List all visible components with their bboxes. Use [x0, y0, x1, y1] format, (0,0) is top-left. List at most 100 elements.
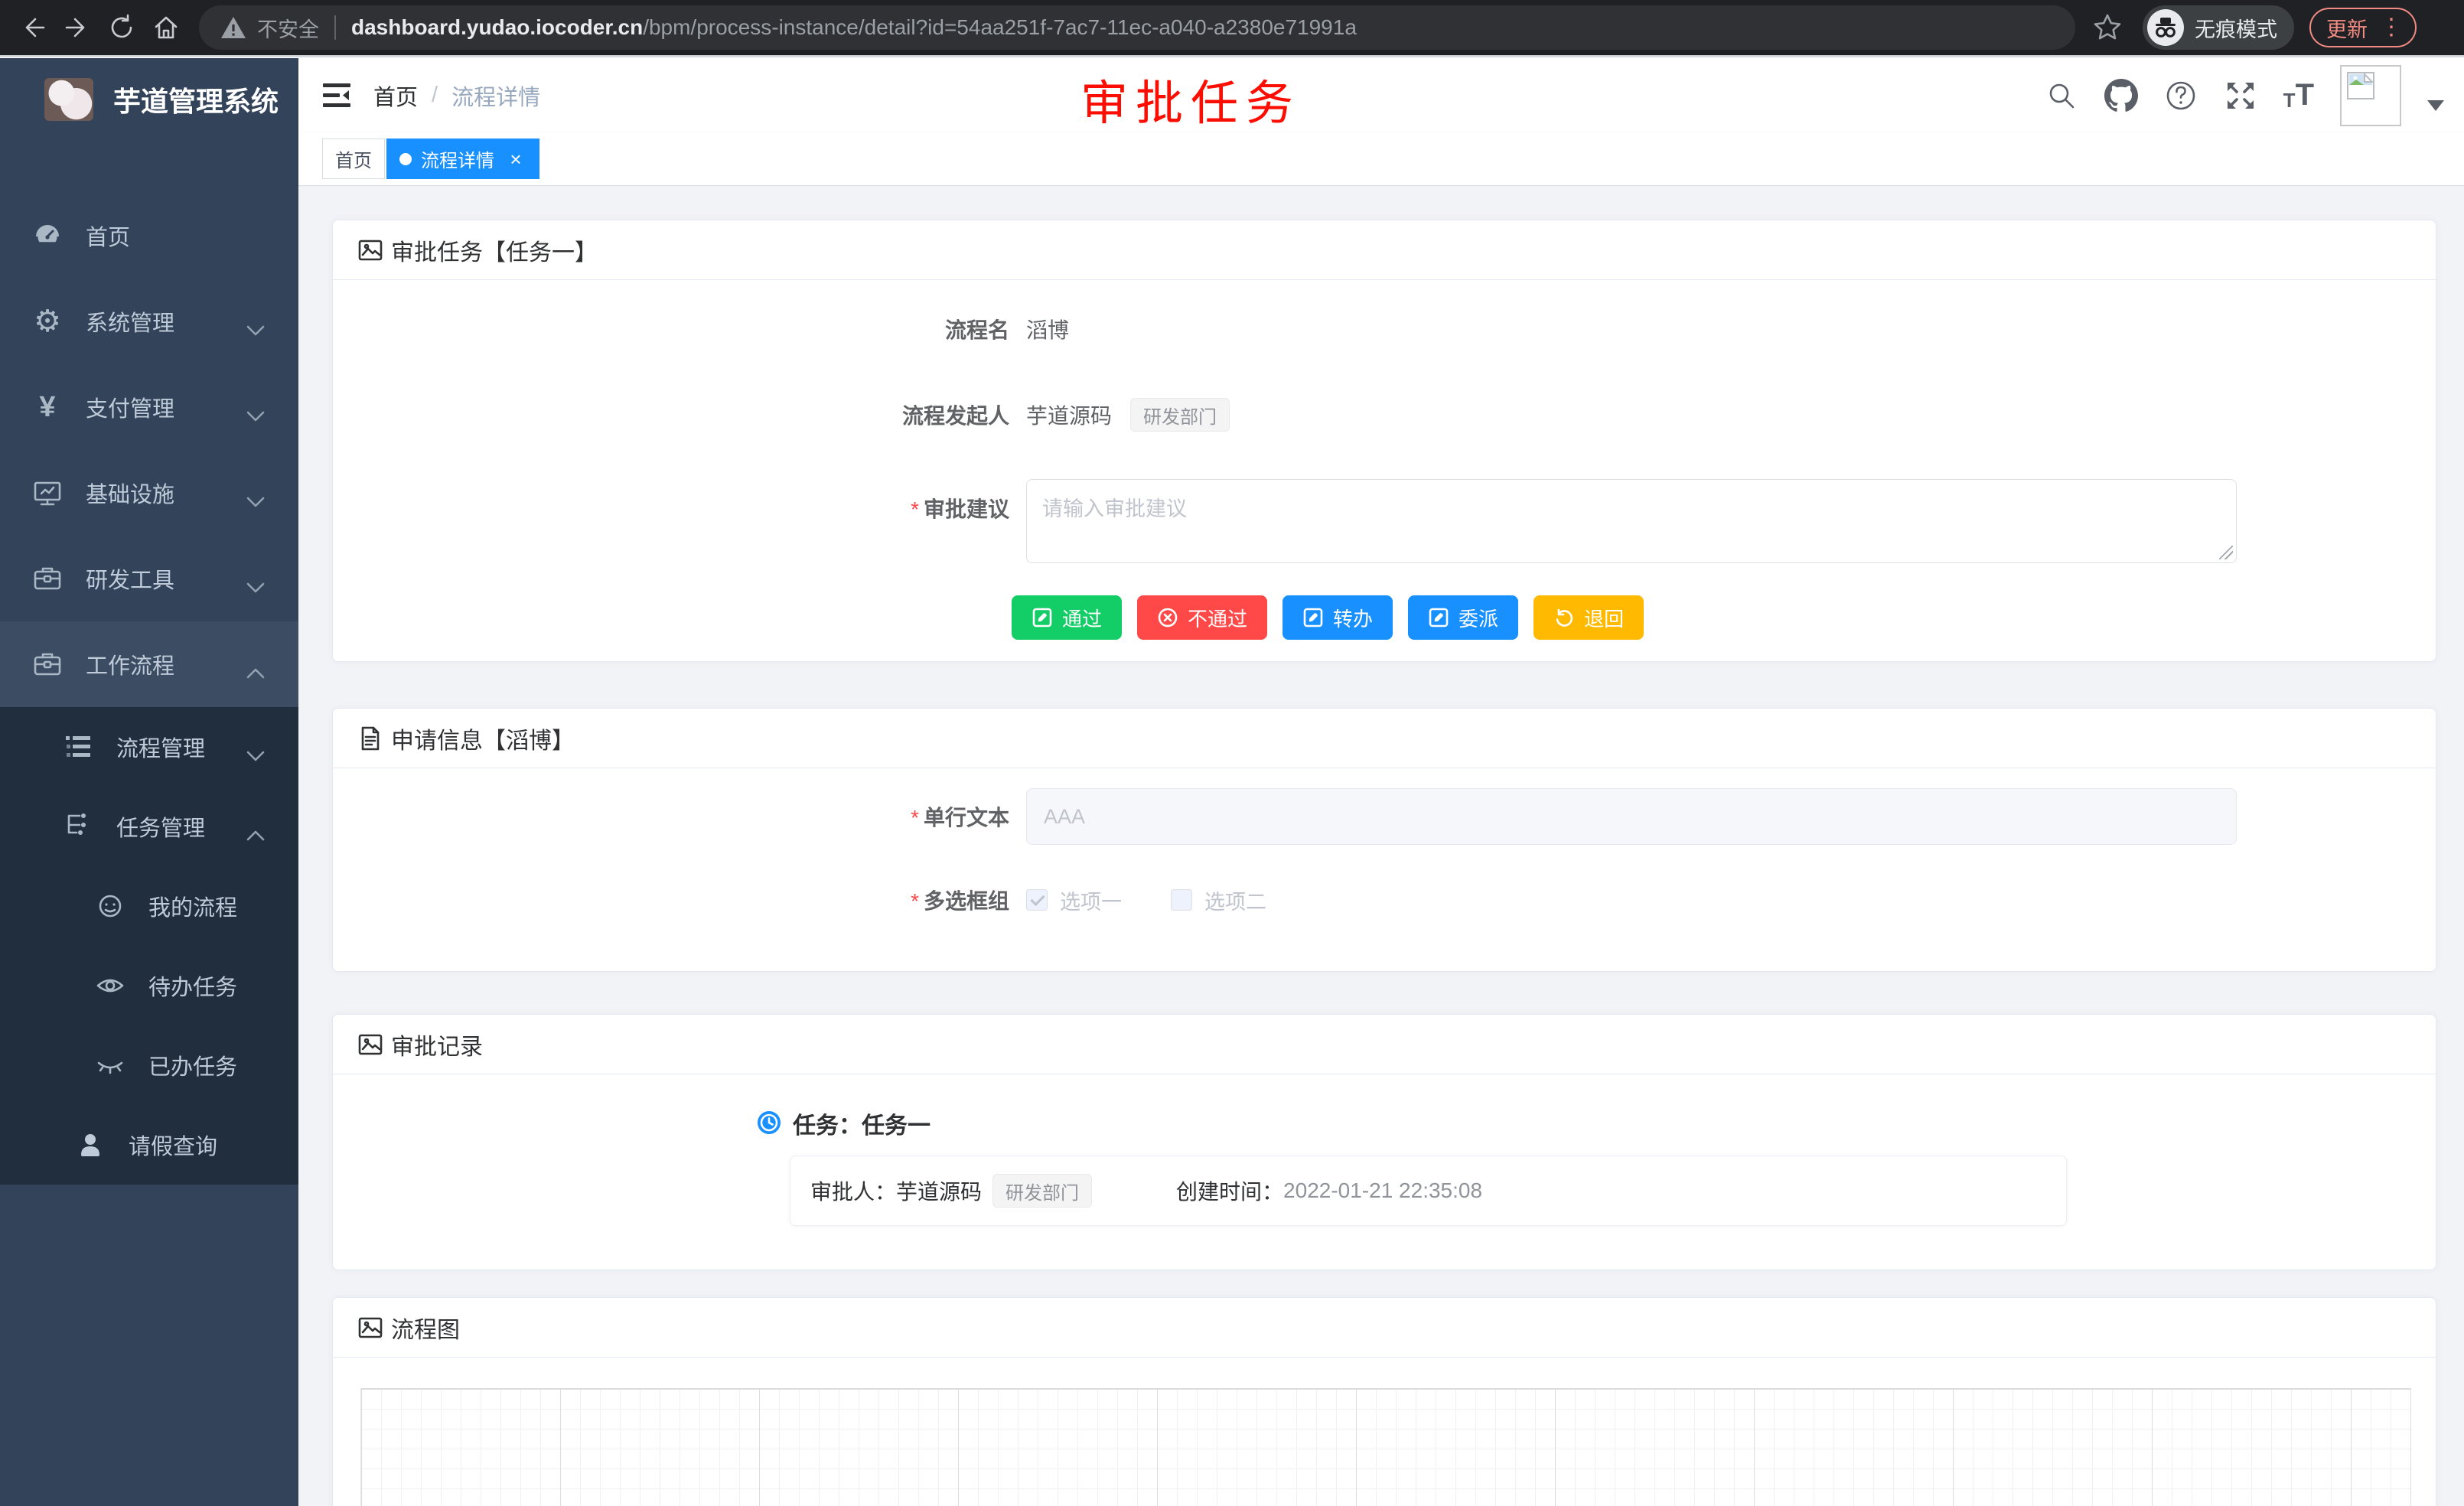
single-line-text-input[interactable]	[1026, 788, 2237, 845]
text-field-label: *单行文本	[333, 801, 1009, 832]
eye-closed-icon	[93, 1050, 127, 1081]
sidebar: 芋道管理系统 首页 ⚙ 系统管理 ¥ 支付管理	[0, 58, 298, 1506]
sidebar-collapse-button[interactable]	[320, 79, 354, 112]
page-url: dashboard.yudao.iocoder.cn/bpm/process-i…	[351, 15, 1357, 40]
star-icon	[2092, 12, 2123, 43]
edit-icon	[1032, 607, 1053, 628]
browser-menu-dots-icon[interactable]: ⋮	[2380, 16, 2403, 39]
address-bar[interactable]: 不安全 dashboard.yudao.iocoder.cn/bpm/proce…	[199, 5, 2075, 50]
avatar[interactable]	[2340, 65, 2401, 126]
github-link-button[interactable]	[2104, 79, 2138, 112]
browser-forward-button[interactable]	[55, 5, 99, 50]
sidebar-item-todo-tasks[interactable]: 待办任务	[0, 946, 298, 1025]
panel-title: 申请信息【滔博】	[391, 722, 575, 755]
sidebar-item-my-process[interactable]: 我的流程	[0, 866, 298, 946]
required-asterisk: *	[911, 806, 919, 830]
reject-button[interactable]: 不通过	[1137, 595, 1267, 640]
process-diagram-panel: 流程图	[332, 1297, 2436, 1506]
tab-process-detail[interactable]: 流程详情 ×	[386, 139, 539, 179]
circle-close-icon	[1157, 607, 1178, 628]
tab-home[interactable]: 首页	[322, 139, 385, 179]
textarea-resize-grip[interactable]	[2219, 546, 2233, 559]
reload-icon	[107, 13, 136, 42]
edit-icon	[1302, 607, 1324, 628]
font-size-button[interactable]: TT	[2283, 78, 2314, 112]
timeline-clock-icon	[757, 1110, 781, 1135]
checkbox-unchecked-icon[interactable]	[1171, 889, 1192, 911]
checkbox-checked-icon[interactable]	[1026, 889, 1048, 911]
forward-arrow-icon	[63, 13, 92, 42]
timeline-task-title: 任务：任务一	[793, 1108, 2436, 1139]
home-icon	[152, 13, 181, 42]
checkbox-option-one[interactable]: 选项一	[1026, 885, 1122, 915]
screen: 不安全 dashboard.yudao.iocoder.cn/bpm/proce…	[0, 0, 2464, 1506]
bpmn-canvas-grid[interactable]	[360, 1388, 2411, 1506]
github-icon	[2104, 79, 2138, 112]
undo-icon	[1553, 607, 1575, 628]
annotation-approve-task: 审批任务	[1080, 64, 1301, 133]
fullscreen-icon	[2224, 80, 2257, 112]
sidebar-item-done-tasks[interactable]: 已办任务	[0, 1025, 298, 1105]
create-time-label: 创建时间：	[1176, 1175, 1283, 1206]
app-logo[interactable]: 芋道管理系统	[0, 58, 298, 139]
browser-home-button[interactable]	[144, 5, 188, 50]
browser-back-button[interactable]	[11, 5, 55, 50]
logo-image	[44, 78, 93, 121]
person-icon	[73, 1130, 107, 1160]
not-secure-warning-icon	[220, 15, 246, 41]
sidebar-item-home[interactable]: 首页	[0, 193, 298, 279]
sidebar-item-payment[interactable]: ¥ 支付管理	[0, 364, 298, 450]
sidebar-item-process-management[interactable]: 流程管理	[0, 707, 298, 787]
app-title: 芋道管理系统	[113, 80, 279, 119]
sidebar-item-infrastructure[interactable]: 基础设施	[0, 450, 298, 536]
breadcrumb-current: 流程详情	[451, 80, 540, 112]
dept-tag: 研发部门	[1130, 398, 1230, 432]
opinion-textarea[interactable]: 请输入审批建议	[1026, 479, 2237, 563]
browser-reload-button[interactable]	[99, 5, 144, 50]
transfer-button[interactable]: 转办	[1283, 595, 1393, 640]
avatar-caret-icon[interactable]	[2427, 100, 2444, 111]
edit-icon	[1428, 607, 1449, 628]
navbar-actions: TT	[2045, 58, 2444, 132]
omnibox-divider	[334, 15, 336, 40]
delegate-button[interactable]: 委派	[1408, 595, 1518, 640]
briefcase-icon	[31, 648, 64, 680]
header-search-button[interactable]	[2045, 79, 2078, 112]
tab-label: 流程详情	[421, 145, 494, 172]
sidebar-item-label: 支付管理	[86, 391, 174, 423]
return-button[interactable]: 退回	[1533, 595, 1644, 640]
bookmark-star-button[interactable]	[2092, 12, 2123, 43]
fullscreen-button[interactable]	[2224, 79, 2257, 112]
create-time-value: 2022-01-21 22:35:08	[1283, 1178, 1482, 1203]
text-field-row: *单行文本	[333, 788, 2436, 845]
approve-button[interactable]: 通过	[1012, 595, 1122, 640]
sidebar-item-task-management[interactable]: 任务管理	[0, 787, 298, 866]
sidebar-item-leave-query[interactable]: 请假查询	[0, 1105, 298, 1185]
breadcrumb-home[interactable]: 首页	[373, 80, 418, 112]
chevron-up-icon	[246, 660, 265, 685]
help-button[interactable]	[2164, 79, 2198, 112]
approval-records-panel-header: 审批记录	[333, 1015, 2436, 1074]
sidebar-item-workflow[interactable]: 工作流程	[0, 621, 298, 707]
initiator-value-wrap: 芋道源码 研发部门	[1026, 398, 2237, 432]
panel-title: 审批任务【任务一】	[391, 233, 598, 267]
sidebar-item-devtools[interactable]: 研发工具	[0, 536, 298, 621]
sidebar-menu: 首页 ⚙ 系统管理 ¥ 支付管理 基础设施	[0, 193, 298, 1185]
browser-chrome: 不安全 dashboard.yudao.iocoder.cn/bpm/proce…	[0, 0, 2464, 57]
required-asterisk: *	[911, 889, 919, 913]
process-diagram-panel-header: 流程图	[333, 1298, 2436, 1358]
tab-close-icon[interactable]: ×	[505, 148, 526, 170]
sidebar-item-label: 流程管理	[116, 731, 205, 763]
sidebar-item-system[interactable]: ⚙ 系统管理	[0, 279, 298, 364]
browser-update-button[interactable]: 更新 ⋮	[2309, 8, 2417, 47]
search-icon	[2046, 80, 2077, 111]
sidebar-item-label: 首页	[86, 220, 130, 252]
breadcrumb: 首页 / 流程详情	[373, 80, 540, 112]
tree-icon	[61, 811, 95, 842]
sidebar-item-label: 基础设施	[86, 477, 174, 509]
incognito-badge: 无痕模式	[2143, 5, 2294, 50]
sidebar-item-label: 任务管理	[116, 810, 205, 843]
checkbox-option-two[interactable]: 选项二	[1171, 885, 1266, 915]
process-name-label: 流程名	[333, 314, 1009, 344]
active-tab-dot	[399, 153, 412, 165]
